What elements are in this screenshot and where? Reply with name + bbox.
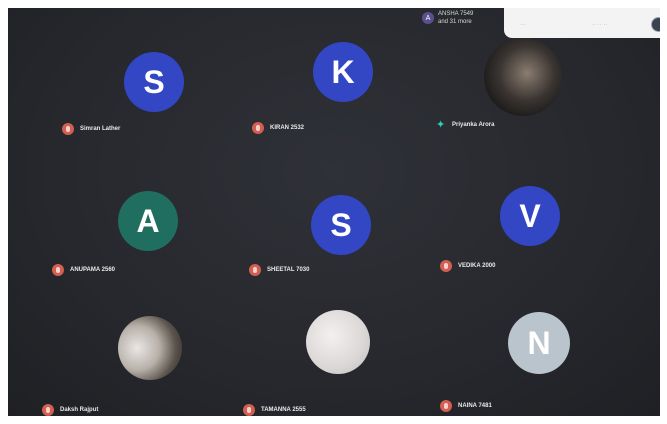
participant-name: ANUPAMA 2560 xyxy=(70,267,116,273)
participant-label-vedika: VEDIKA 2000 xyxy=(440,260,495,272)
participant-label-simran: Simran Lather xyxy=(62,123,120,135)
participant-avatar-naina: N xyxy=(508,312,570,374)
participant-name: NAINA 7481 xyxy=(458,403,492,409)
mic-muted-icon xyxy=(252,122,264,134)
participant-photo-daksh xyxy=(118,316,182,380)
participant-label-daksh: Daksh Rajput xyxy=(42,404,98,416)
mic-muted-icon xyxy=(243,404,255,416)
toolbar-item[interactable]: ·· ·· ·· xyxy=(592,22,607,28)
participant-label-naina: NAINA 7481 xyxy=(440,400,492,412)
participant-label-anupama: ANUPAMA 2560 xyxy=(52,264,115,276)
user-avatar[interactable] xyxy=(651,17,660,32)
overflow-avatar: A xyxy=(422,12,434,24)
mic-muted-icon xyxy=(42,404,54,416)
participant-label-tamanna: TAMANNA 2555 xyxy=(243,404,306,416)
participant-photo-priyanka xyxy=(484,38,562,116)
participant-name: TAMANNA 2555 xyxy=(261,407,306,413)
mic-muted-icon xyxy=(62,123,74,135)
video-grid: S Simran Lather K KIRAN 2532 ✦ Priyanka … xyxy=(8,8,660,416)
more-participants[interactable]: A ANSHA 7549 and 31 more xyxy=(422,10,473,26)
participant-avatar-sheetal: S xyxy=(311,195,371,255)
participant-label-kiran: KIRAN 2532 xyxy=(252,122,304,134)
mic-muted-icon xyxy=(249,264,261,276)
mic-muted-icon xyxy=(440,400,452,412)
participant-name: VEDIKA 2000 xyxy=(458,263,496,269)
participant-avatar-vedika: V xyxy=(500,186,560,246)
participant-name: Daksh Rajput xyxy=(60,407,99,413)
overflow-name: ANSHA 7549 xyxy=(438,11,474,17)
participant-avatar-anupama: A xyxy=(118,191,178,251)
overflow-text: ANSHA 7549 and 31 more xyxy=(438,10,473,26)
participant-photo-tamanna xyxy=(306,310,370,374)
speaking-indicator-icon: ✦ xyxy=(436,119,446,131)
participant-name: SHEETAL 7030 xyxy=(267,267,310,273)
participant-label-sheetal: SHEETAL 7030 xyxy=(249,264,309,276)
mic-muted-icon xyxy=(440,260,452,272)
overflow-count: and 31 more xyxy=(438,19,472,25)
toolbar-item[interactable]: ··· xyxy=(520,22,526,28)
participant-avatar-kiran: K xyxy=(313,42,373,102)
mic-muted-icon xyxy=(52,264,64,276)
participant-avatar-simran: S xyxy=(124,52,184,112)
top-right-toolbar: ··· ·· ·· ·· xyxy=(504,8,660,38)
participant-name: Simran Lather xyxy=(80,126,121,132)
participant-name: KIRAN 2532 xyxy=(270,125,305,131)
participant-label-priyanka: ✦ Priyanka Arora xyxy=(436,119,495,131)
participant-name: Priyanka Arora xyxy=(452,122,495,128)
